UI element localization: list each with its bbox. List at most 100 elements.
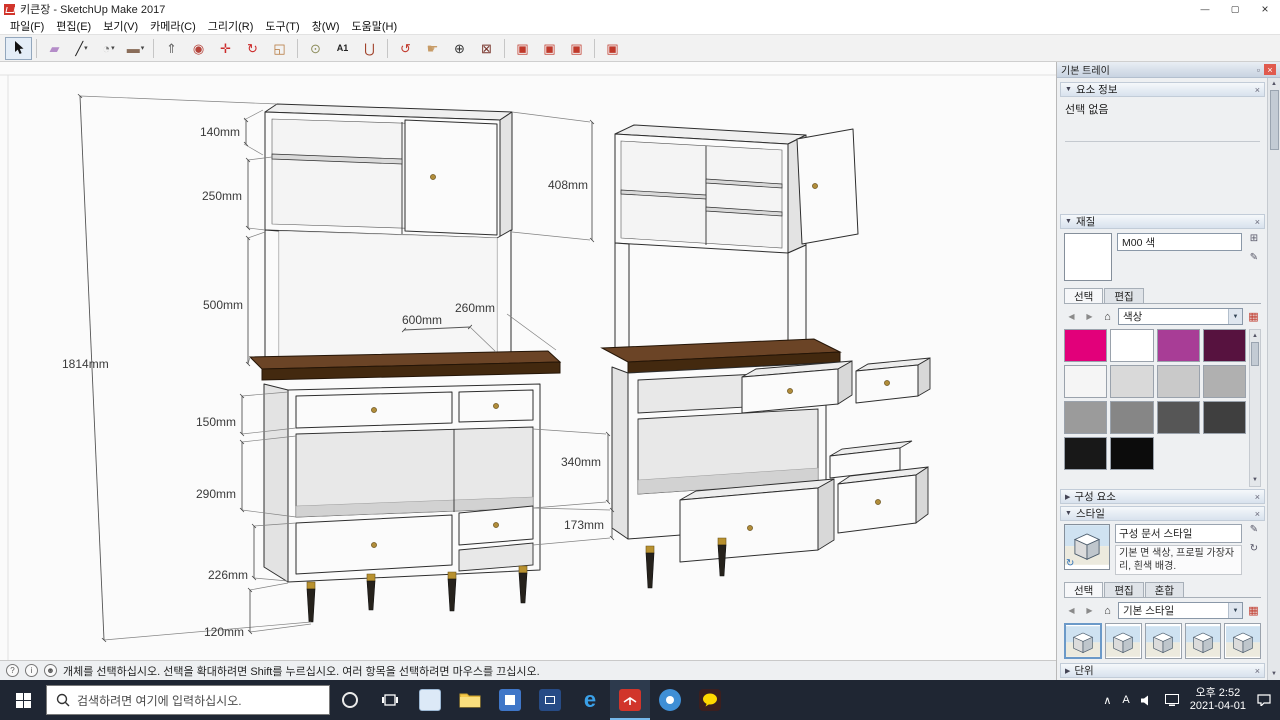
menu-help[interactable]: 도움말(H) — [346, 18, 404, 34]
in-model-home-icon[interactable]: ⌂ — [1100, 309, 1115, 324]
styles-close-icon[interactable]: × — [1255, 509, 1260, 519]
menu-tools[interactable]: 도구(T) — [259, 18, 305, 34]
color-swatch[interactable] — [1202, 329, 1246, 362]
entity-info-close-icon[interactable]: × — [1255, 85, 1260, 95]
styles-header[interactable]: ▼ 스타일 × — [1060, 506, 1265, 521]
warehouse-button-3[interactable]: ▣ — [563, 37, 590, 60]
zoom-tool[interactable]: ⊕ — [446, 37, 473, 60]
styles-tab-edit[interactable]: 편집 — [1104, 582, 1144, 597]
style-thumbnail[interactable] — [1184, 623, 1222, 659]
style-update-icon[interactable]: ↻ — [1250, 543, 1258, 554]
dimension-text-tool[interactable]: A1 — [329, 37, 356, 60]
style-thumbnail[interactable] — [1105, 623, 1142, 659]
maximize-button[interactable]: ▢ — [1220, 0, 1250, 18]
forward-arrow-icon[interactable]: ▶ — [1082, 309, 1097, 324]
scale-tool[interactable]: ◱ — [266, 37, 293, 60]
shapes-tool[interactable]: ▬ ▾ — [122, 37, 149, 60]
active-material-preview[interactable] — [1064, 233, 1112, 281]
scrollbar-thumb[interactable] — [1269, 90, 1279, 150]
drawing-canvas[interactable]: 140mm 250mm 500mm 1814mm 150mm 290mm 226… — [0, 62, 1056, 660]
sketchup-taskbar-button[interactable] — [610, 680, 650, 720]
color-swatch[interactable] — [1202, 401, 1246, 434]
rotate-tool[interactable]: ↻ — [239, 37, 266, 60]
info-icon[interactable]: i — [25, 664, 38, 677]
scroll-up-icon[interactable]: ▲ — [1271, 78, 1277, 90]
style-collection-dropdown[interactable]: 기본 스타일 ▼ — [1118, 602, 1243, 619]
warehouse-button-1[interactable]: ▣ — [509, 37, 536, 60]
swatch-view-icon[interactable]: ▦ — [1246, 603, 1261, 618]
units-header[interactable]: ▶ 단위 × — [1060, 663, 1265, 678]
zoom-extents-tool[interactable]: ⊠ — [473, 37, 500, 60]
refresh-style-icon[interactable]: ↻ — [1066, 558, 1074, 569]
select-tool[interactable] — [5, 36, 32, 60]
active-style-preview[interactable]: ↻ — [1064, 524, 1110, 570]
color-swatch[interactable] — [1110, 401, 1154, 434]
task-view-button[interactable] — [370, 680, 410, 720]
warehouse-button-2[interactable]: ▣ — [536, 37, 563, 60]
pan-tool[interactable]: ☛ — [419, 37, 446, 60]
style-dropper-icon[interactable]: ✎ — [1250, 524, 1258, 535]
start-button[interactable] — [0, 680, 46, 720]
materials-close-icon[interactable]: × — [1255, 217, 1260, 227]
cortana-button[interactable] — [330, 680, 370, 720]
menu-view[interactable]: 보기(V) — [97, 18, 144, 34]
entity-info-header[interactable]: ▼ 요소 정보 × — [1060, 82, 1265, 97]
color-swatch[interactable] — [1064, 401, 1108, 434]
kakaotalk-button[interactable] — [690, 680, 730, 720]
taskbar-app-2[interactable] — [490, 680, 530, 720]
layout-button[interactable]: ▣ — [599, 37, 626, 60]
pin-icon[interactable]: ▫ — [1257, 65, 1260, 75]
scroll-up-icon[interactable]: ▲ — [1252, 330, 1258, 342]
taskbar-app-1[interactable] — [410, 680, 450, 720]
tray-close-icon[interactable]: × — [1264, 64, 1276, 75]
back-arrow-icon[interactable]: ◀ — [1064, 603, 1079, 618]
style-thumbnail[interactable] — [1224, 623, 1261, 659]
network-icon[interactable] — [1164, 694, 1179, 706]
ime-indicator[interactable]: A — [1122, 694, 1129, 706]
color-swatch[interactable] — [1064, 365, 1108, 398]
help-icon[interactable]: ? — [6, 664, 19, 677]
menu-file[interactable]: 파일(F) — [4, 18, 50, 34]
material-collection-dropdown[interactable]: 색상 ▼ — [1118, 308, 1243, 325]
color-swatch[interactable] — [1156, 329, 1200, 362]
close-button[interactable]: × — [1250, 0, 1280, 18]
in-model-home-icon[interactable]: ⌂ — [1100, 603, 1115, 618]
file-explorer-button[interactable] — [450, 680, 490, 720]
style-thumbnail[interactable] — [1144, 623, 1182, 659]
components-header[interactable]: ▶ 구성 요소 × — [1060, 489, 1265, 504]
color-swatch[interactable] — [1156, 365, 1200, 398]
color-swatch[interactable] — [1064, 437, 1108, 470]
arc-tool[interactable]: ◔ ▾ — [95, 37, 122, 60]
minimize-button[interactable]: — — [1190, 0, 1220, 18]
taskbar-clock[interactable]: 오후 2:52 2021-04-01 — [1190, 687, 1246, 713]
eraser-tool[interactable]: ▰ — [41, 37, 68, 60]
swatch-scrollbar[interactable]: ▲ ▼ — [1249, 329, 1261, 487]
swatch-view-icon[interactable]: ▦ — [1246, 309, 1261, 324]
color-swatch[interactable] — [1110, 365, 1154, 398]
line-tool[interactable]: ╱ ▾ — [68, 37, 95, 60]
tape-measure-tool[interactable]: ⊙ — [302, 37, 329, 60]
style-thumbnail[interactable] — [1064, 623, 1102, 659]
back-arrow-icon[interactable]: ◀ — [1064, 309, 1079, 324]
materials-tab-edit[interactable]: 편집 — [1104, 288, 1144, 303]
taskbar-app-4[interactable] — [650, 680, 690, 720]
color-swatch[interactable] — [1110, 329, 1154, 362]
components-close-icon[interactable]: × — [1255, 492, 1260, 502]
paint-bucket-tool[interactable]: ⋃ — [356, 37, 383, 60]
units-close-icon[interactable]: × — [1255, 666, 1260, 676]
taskbar-search-input[interactable]: 검색하려면 여기에 입력하십시오. — [46, 685, 330, 715]
color-swatch[interactable] — [1110, 437, 1154, 470]
materials-header[interactable]: ▼ 재질 × — [1060, 214, 1265, 229]
move-tool[interactable]: ✛ — [212, 37, 239, 60]
sample-paint-dropper-icon[interactable]: ✎ — [1250, 252, 1258, 263]
menu-draw[interactable]: 그리기(R) — [202, 18, 260, 34]
tray-header[interactable]: 기본 트레이 ▫ × — [1057, 62, 1280, 78]
color-swatch[interactable] — [1202, 365, 1246, 398]
offset-tool[interactable]: ◉ — [185, 37, 212, 60]
materials-tab-select[interactable]: 선택 — [1064, 288, 1104, 303]
color-swatch[interactable] — [1156, 401, 1200, 434]
tray-chevron-icon[interactable]: ∧ — [1103, 694, 1111, 707]
scrollbar-thumb[interactable] — [1251, 342, 1259, 366]
tray-scrollbar[interactable]: ▲ ▼ — [1267, 78, 1280, 680]
color-swatch[interactable] — [1064, 329, 1108, 362]
